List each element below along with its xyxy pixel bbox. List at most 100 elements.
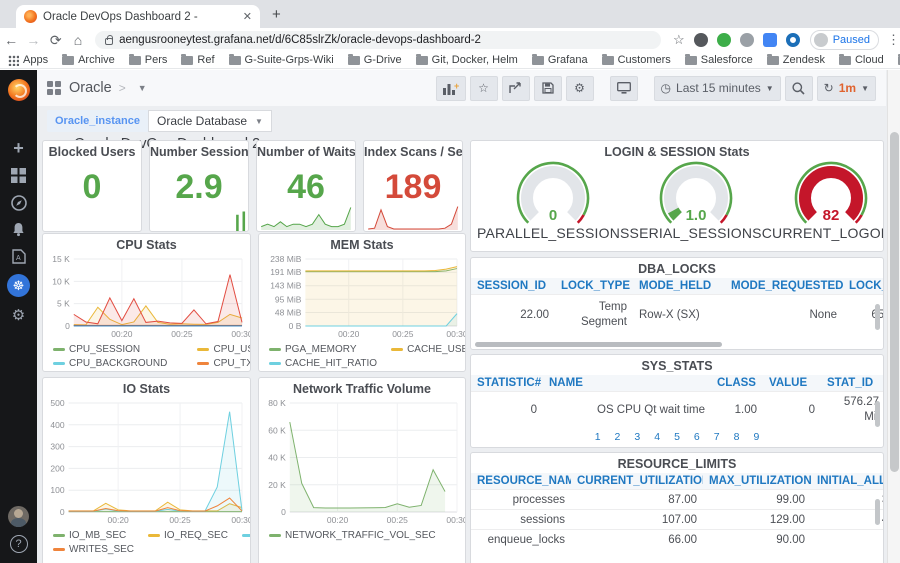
bookmark-item[interactable]: Cloud xyxy=(838,53,884,66)
extension-icon[interactable] xyxy=(693,33,708,47)
table-header-cell[interactable]: SESSION_ID xyxy=(471,278,555,294)
page-scrollbar[interactable] xyxy=(887,70,900,563)
pagination-page[interactable]: 6 xyxy=(694,431,700,443)
panel-title[interactable]: RESOURCE_LIMITS xyxy=(471,453,883,473)
bookmark-item[interactable]: G-Suite-Grps-Wiki xyxy=(228,53,334,66)
bookmark-item[interactable]: Archive xyxy=(62,53,115,66)
table-header-cell[interactable]: MODE_REQUESTED xyxy=(725,278,843,294)
bookmark-item[interactable]: G-Drive xyxy=(347,53,402,66)
panel-title[interactable]: Network Traffic Volume xyxy=(259,378,465,398)
pagination-page[interactable]: 9 xyxy=(753,431,759,443)
scrollbar-thumb[interactable] xyxy=(890,132,899,472)
bookmark-apps[interactable]: Apps xyxy=(8,54,48,66)
table-header-cell[interactable]: MAX_UTILIZATION xyxy=(703,473,811,489)
variable-label[interactable]: Oracle_instance xyxy=(47,110,148,132)
bookmark-item[interactable]: Salesforce xyxy=(684,53,753,66)
panel-title[interactable]: Blocked Users xyxy=(43,141,141,161)
panel-title[interactable]: MEM Stats xyxy=(259,234,465,254)
home-icon[interactable]: ⌂ xyxy=(67,32,89,48)
time-range-picker[interactable]: ◷ Last 15 minutes ▼ xyxy=(653,75,781,101)
bookmark-item[interactable]: Customers xyxy=(601,53,671,66)
bookmark-item[interactable]: Pers xyxy=(128,53,167,66)
dashboard-settings-button[interactable]: ⚙ xyxy=(565,75,594,101)
table-header-cell[interactable]: RESOURCE_NAME xyxy=(471,473,571,489)
panel-title[interactable]: CPU Stats xyxy=(43,234,250,254)
cloud-extension-icon[interactable] xyxy=(739,33,754,47)
table-vertical-scrollbar[interactable] xyxy=(875,401,880,427)
legend-item[interactable]: NETWORK_TRAFFIC_VOL_SEC xyxy=(269,530,436,541)
panel-title[interactable]: IO Stats xyxy=(43,378,250,398)
legend-item[interactable]: CACHE_USED xyxy=(391,344,465,355)
reload-icon[interactable]: ⟳ xyxy=(45,32,67,49)
table-header-cell[interactable]: VALUE xyxy=(763,375,821,391)
bookmark-star-icon[interactable]: ☆ xyxy=(673,32,685,48)
pagination-page[interactable]: 1 xyxy=(595,431,601,443)
table-header-cell[interactable]: LOCK_TYPE xyxy=(555,278,633,294)
evernote-extension-icon[interactable] xyxy=(716,33,731,47)
tv-mode-button[interactable] xyxy=(609,75,638,101)
panel-title[interactable]: Index Scans / Sec... xyxy=(364,141,462,161)
legend-item[interactable]: IO_REQ_SEC xyxy=(148,530,228,541)
back-icon[interactable]: ← xyxy=(0,32,22,48)
table-header-cell[interactable]: STATISTIC# xyxy=(471,375,543,391)
browser-menu-icon[interactable]: ⋮ xyxy=(887,32,900,48)
legend-item[interactable]: CPU_TXN xyxy=(197,358,250,369)
panel-title[interactable]: DBA_LOCKS xyxy=(471,258,883,278)
zoom-out-button[interactable] xyxy=(784,75,813,101)
bookmark-item[interactable]: Ref xyxy=(181,53,215,66)
forward-icon[interactable]: → xyxy=(22,32,44,48)
help-icon[interactable]: ? xyxy=(9,535,28,553)
legend-item[interactable]: PGA_MEMORY xyxy=(269,344,377,355)
table-vertical-scrollbar[interactable] xyxy=(875,499,880,525)
save-dashboard-button[interactable] xyxy=(533,75,562,101)
share-dashboard-button[interactable] xyxy=(501,75,530,101)
pagination-page[interactable]: 7 xyxy=(714,431,720,443)
table-header-cell[interactable]: NAME xyxy=(543,375,711,391)
table-vertical-scrollbar[interactable] xyxy=(875,304,880,330)
profile-paused-button[interactable]: Paused xyxy=(809,30,879,50)
legend-item[interactable]: READS_SEC xyxy=(241,530,250,541)
explore-compass-icon[interactable] xyxy=(0,189,37,216)
legend-item[interactable]: CPU_BACKGROUND xyxy=(53,358,183,369)
add-icon[interactable]: + xyxy=(0,135,37,162)
browser-tab[interactable]: Oracle DevOps Dashboard 2 - ✕ xyxy=(16,5,260,28)
report-icon[interactable]: A xyxy=(0,243,37,270)
address-input[interactable]: aengusrooneytest.grafana.net/d/6C85slrZk… xyxy=(95,31,662,49)
table-header-cell[interactable]: INITIAL_ALLOCATION xyxy=(811,473,883,489)
breadcrumb-folder[interactable]: Oracle xyxy=(69,80,112,96)
refresh-picker[interactable]: ↻ 1m ▼ xyxy=(816,75,876,101)
tab-close-icon[interactable]: ✕ xyxy=(243,10,252,23)
dashboards-icon[interactable] xyxy=(0,162,37,189)
alerting-bell-icon[interactable] xyxy=(0,216,37,243)
pagination-page[interactable]: 3 xyxy=(634,431,640,443)
legend-item[interactable]: CPU_SESSION xyxy=(53,344,183,355)
bookmark-item[interactable]: Git, Docker, Helm xyxy=(415,53,518,66)
pagination-page[interactable]: 4 xyxy=(654,431,660,443)
pagination-page[interactable]: 5 xyxy=(674,431,680,443)
table-header-cell[interactable]: CURRENT_UTILIZATION xyxy=(571,473,703,489)
dashboard-caret-icon[interactable]: ▼ xyxy=(138,83,147,93)
variable-dropdown[interactable]: Oracle Database ▼ xyxy=(148,110,272,132)
new-tab-button[interactable]: + xyxy=(272,6,281,23)
legend-item[interactable]: WRITES_SEC xyxy=(53,544,134,555)
bookmark-item[interactable]: Grafana xyxy=(531,53,588,66)
legend-item[interactable]: IO_MB_SEC xyxy=(53,530,134,541)
legend-item[interactable]: CACHE_HIT_RATIO xyxy=(269,358,377,369)
star-dashboard-button[interactable]: ☆ xyxy=(469,75,498,101)
configuration-gear-icon[interactable]: ⚙ xyxy=(0,301,37,328)
table-header-cell[interactable]: LOCK_ID1 xyxy=(843,278,883,294)
plugin-wheel-icon[interactable]: ☸ xyxy=(0,272,37,299)
table-horizontal-scrollbar[interactable] xyxy=(475,342,723,347)
add-panel-button[interactable]: + xyxy=(435,75,466,101)
pagination-page[interactable]: 2 xyxy=(615,431,621,443)
translate-extension-icon[interactable] xyxy=(762,33,777,47)
okta-extension-icon[interactable] xyxy=(785,33,800,47)
panel-title[interactable]: Number of Waits ... xyxy=(257,141,355,161)
grafana-logo-icon[interactable] xyxy=(7,79,30,101)
panel-title[interactable]: Number Sessions... xyxy=(150,141,248,161)
bookmark-item[interactable]: Zendesk xyxy=(766,53,825,66)
table-header-cell[interactable]: STAT_ID xyxy=(821,375,883,391)
table-header-cell[interactable]: CLASS xyxy=(711,375,763,391)
legend-item[interactable]: CPU_USER xyxy=(197,344,250,355)
pagination-page[interactable]: 8 xyxy=(734,431,740,443)
